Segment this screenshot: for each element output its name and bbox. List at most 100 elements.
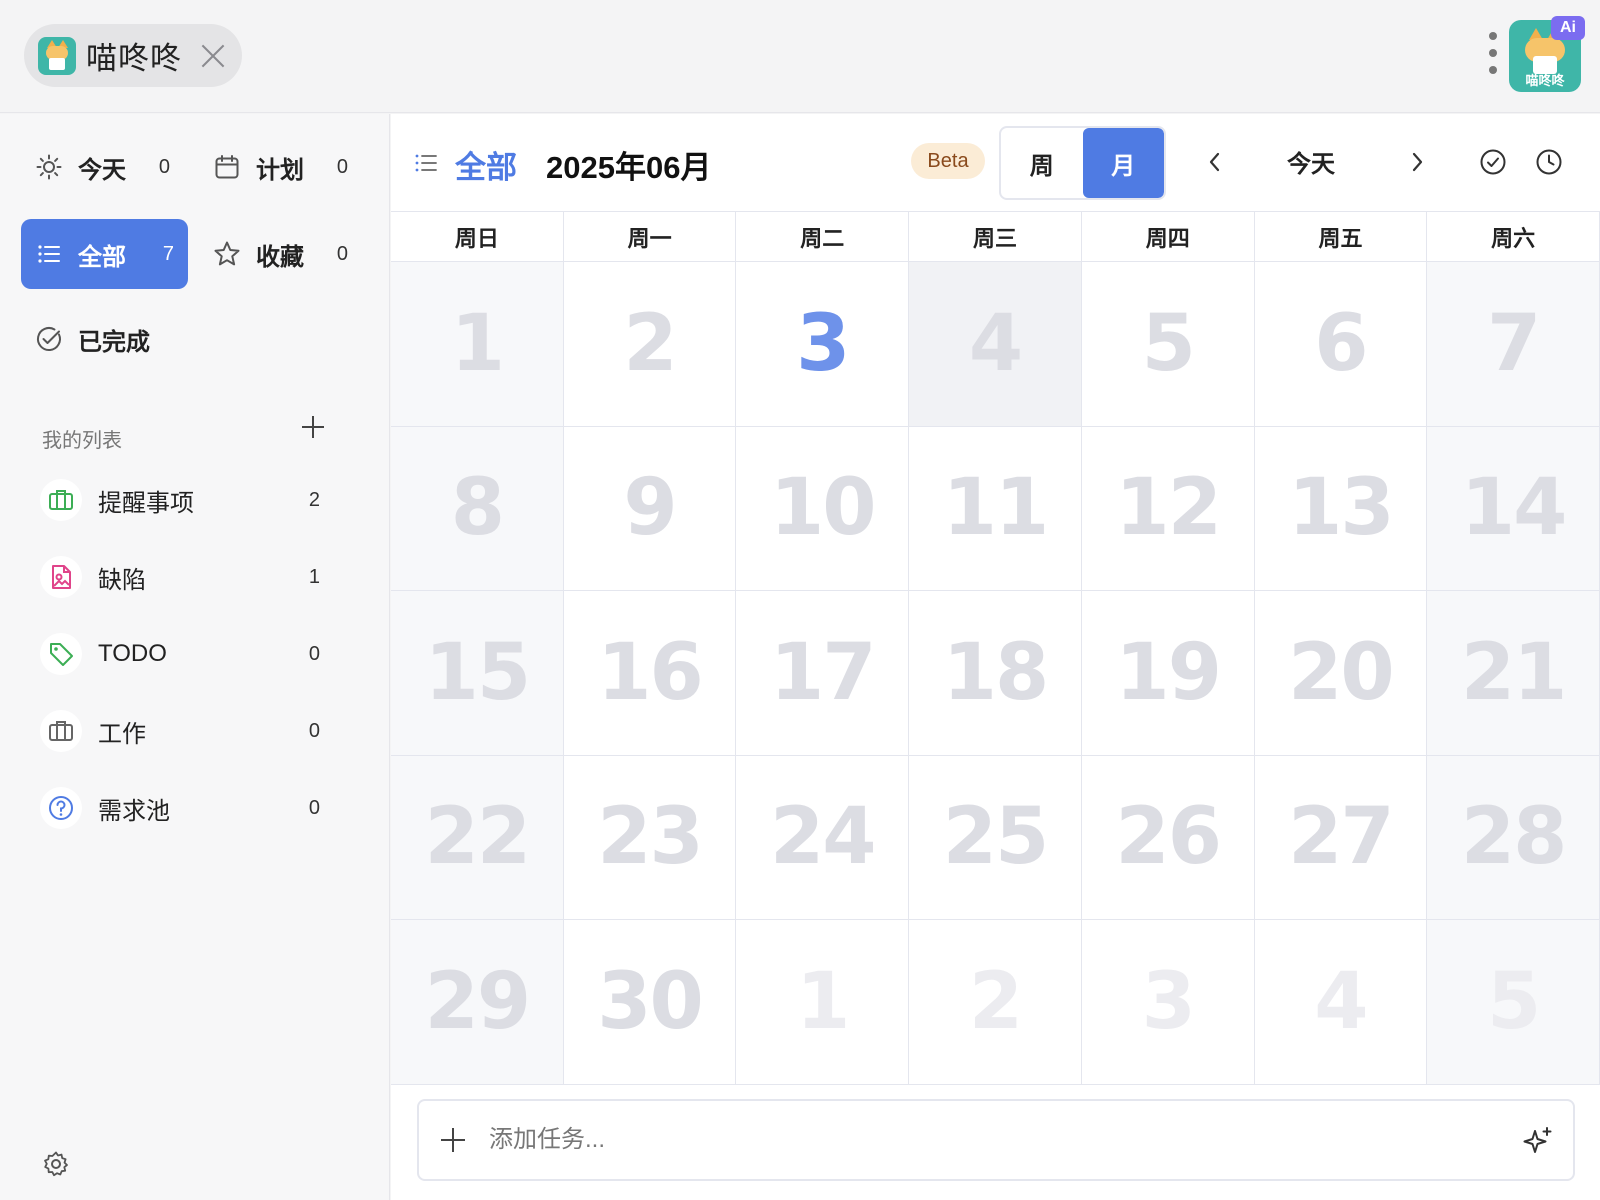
calendar-day-cell[interactable]: 5 xyxy=(1081,262,1255,427)
list-count: 0 xyxy=(308,642,320,665)
chevron-left-icon[interactable] xyxy=(1201,148,1229,176)
sparkle-icon[interactable] xyxy=(1521,1125,1555,1164)
title-bar: 喵咚咚 喵咚咚 Ai xyxy=(0,0,1600,113)
day-number: 11 xyxy=(942,463,1050,554)
check-circle-icon[interactable] xyxy=(1479,148,1507,181)
smart-list-count: 0 xyxy=(336,155,348,178)
list-label: 需求池 xyxy=(98,797,170,825)
view-month-button[interactable]: 月 xyxy=(1082,128,1164,198)
plus-icon[interactable] xyxy=(441,1128,465,1152)
calendar-day-cell[interactable]: 6 xyxy=(1254,262,1428,427)
current-month: 2025年06月 xyxy=(546,150,712,185)
list-icon[interactable] xyxy=(413,150,439,181)
day-number: 19 xyxy=(1115,627,1222,718)
calendar-day-cell[interactable]: 28 xyxy=(1427,755,1600,920)
calendar-day-cell[interactable]: 14 xyxy=(1427,426,1600,591)
calendar-day-cell[interactable]: 8 xyxy=(391,426,564,591)
weekday-header: 周日 周一 周二 周三 周四 周五 周六 xyxy=(391,211,1600,262)
close-icon[interactable] xyxy=(198,41,228,71)
calendar-day-cell[interactable]: 27 xyxy=(1254,755,1428,920)
smart-list-count: 7 xyxy=(162,242,174,265)
day-number: 28 xyxy=(1460,792,1568,883)
smart-list-today[interactable]: 今天 0 xyxy=(34,132,184,202)
smart-list-label: 收藏 xyxy=(256,243,304,271)
calendar-day-cell[interactable]: 1 xyxy=(391,262,564,427)
day-number: 8 xyxy=(450,463,505,554)
calendar-day-cell[interactable]: 3 xyxy=(736,262,910,427)
calendar-day-cell[interactable]: 4 xyxy=(909,262,1082,427)
calendar-grid: 1 2 3 4 5 6 7 8 9 10 11 12 13 14 15 16 17 18 19 20 21 22 23 24 2… xyxy=(391,262,1600,1085)
question-circle-icon xyxy=(40,787,82,829)
add-task-bar[interactable] xyxy=(417,1099,1575,1181)
calendar-day-cell[interactable]: 25 xyxy=(909,755,1082,920)
view-week-button[interactable]: 周 xyxy=(1001,128,1083,198)
day-number: 1 xyxy=(796,956,850,1047)
weekday-label: 周二 xyxy=(736,212,910,261)
list-count: 1 xyxy=(308,565,320,588)
more-options-icon[interactable] xyxy=(1487,32,1499,78)
list-item-todo[interactable]: TODO 0 xyxy=(40,629,340,679)
calendar-day-cell[interactable]: 29 xyxy=(391,920,564,1085)
calendar-day-cell[interactable]: 20 xyxy=(1254,591,1428,756)
add-list-icon[interactable] xyxy=(300,414,326,440)
list-count: 0 xyxy=(308,796,320,819)
day-number: 13 xyxy=(1288,463,1395,554)
calendar-day-cell[interactable]: 24 xyxy=(736,755,910,920)
day-number: 29 xyxy=(424,956,532,1047)
day-number: 22 xyxy=(424,792,532,883)
list-item-work[interactable]: 工作 0 xyxy=(40,706,340,756)
calendar-day-cell[interactable]: 4 xyxy=(1254,920,1428,1085)
calendar-day-cell[interactable]: 10 xyxy=(736,426,910,591)
day-number: 7 xyxy=(1486,298,1541,389)
day-number: 5 xyxy=(1486,956,1541,1047)
smart-list-starred[interactable]: 收藏 0 xyxy=(212,219,362,289)
briefcase-icon xyxy=(40,479,82,521)
day-number: 27 xyxy=(1288,792,1395,883)
day-number: 3 xyxy=(796,298,850,389)
beta-badge: Beta xyxy=(911,143,985,179)
calendar-day-cell[interactable]: 2 xyxy=(563,262,737,427)
smart-list-count: 0 xyxy=(158,155,170,178)
check-circle-icon xyxy=(34,324,64,354)
today-button[interactable]: 今天 xyxy=(1261,144,1361,179)
calendar-day-cell[interactable]: 26 xyxy=(1081,755,1255,920)
calendar-day-cell[interactable]: 2 xyxy=(909,920,1082,1085)
calendar-day-cell[interactable]: 3 xyxy=(1081,920,1255,1085)
calendar-day-cell[interactable]: 1 xyxy=(736,920,910,1085)
day-number: 24 xyxy=(770,792,877,883)
calendar-day-cell[interactable]: 9 xyxy=(563,426,737,591)
calendar-day-cell[interactable]: 13 xyxy=(1254,426,1428,591)
calendar-day-cell[interactable]: 12 xyxy=(1081,426,1255,591)
calendar-day-cell[interactable]: 30 xyxy=(563,920,737,1085)
list-icon xyxy=(34,239,64,269)
clock-icon[interactable] xyxy=(1535,148,1563,181)
calendar-day-cell[interactable]: 21 xyxy=(1427,591,1600,756)
list-label: 工作 xyxy=(98,720,146,748)
calendar-day-cell[interactable]: 16 xyxy=(563,591,737,756)
add-task-input[interactable] xyxy=(489,1126,1469,1154)
list-label: 缺陷 xyxy=(98,566,146,594)
calendar-day-cell[interactable]: 15 xyxy=(391,591,564,756)
my-lists-title: 我的列表 xyxy=(42,430,122,452)
calendar-day-cell[interactable]: 23 xyxy=(563,755,737,920)
list-item-reminders[interactable]: 提醒事项 2 xyxy=(40,475,340,525)
calendar-day-cell[interactable]: 19 xyxy=(1081,591,1255,756)
main-panel: 全部 2025年06月 Beta 周 月 今天 周日 周一 周二 周三 周四 周五 周六 1… xyxy=(391,114,1600,1200)
list-item-backlog[interactable]: 需求池 0 xyxy=(40,783,340,833)
calendar-day-cell[interactable]: 22 xyxy=(391,755,564,920)
app-tab[interactable]: 喵咚咚 xyxy=(24,24,242,87)
calendar-day-cell[interactable]: 17 xyxy=(736,591,910,756)
smart-list-planned[interactable]: 计划 0 xyxy=(212,132,362,202)
smart-list-all[interactable]: 全部 7 xyxy=(21,219,188,289)
day-number: 23 xyxy=(597,792,704,883)
calendar-day-cell[interactable]: 7 xyxy=(1427,262,1600,427)
calendar-day-cell[interactable]: 18 xyxy=(909,591,1082,756)
sun-icon xyxy=(34,152,64,182)
settings-icon[interactable] xyxy=(42,1150,70,1178)
calendar-day-cell[interactable]: 11 xyxy=(909,426,1082,591)
ai-badge[interactable]: Ai xyxy=(1551,16,1585,40)
smart-list-completed[interactable]: 已完成 xyxy=(34,304,234,374)
calendar-day-cell[interactable]: 5 xyxy=(1427,920,1600,1085)
chevron-right-icon[interactable] xyxy=(1403,148,1431,176)
list-item-bugs[interactable]: 缺陷 1 xyxy=(40,552,340,602)
